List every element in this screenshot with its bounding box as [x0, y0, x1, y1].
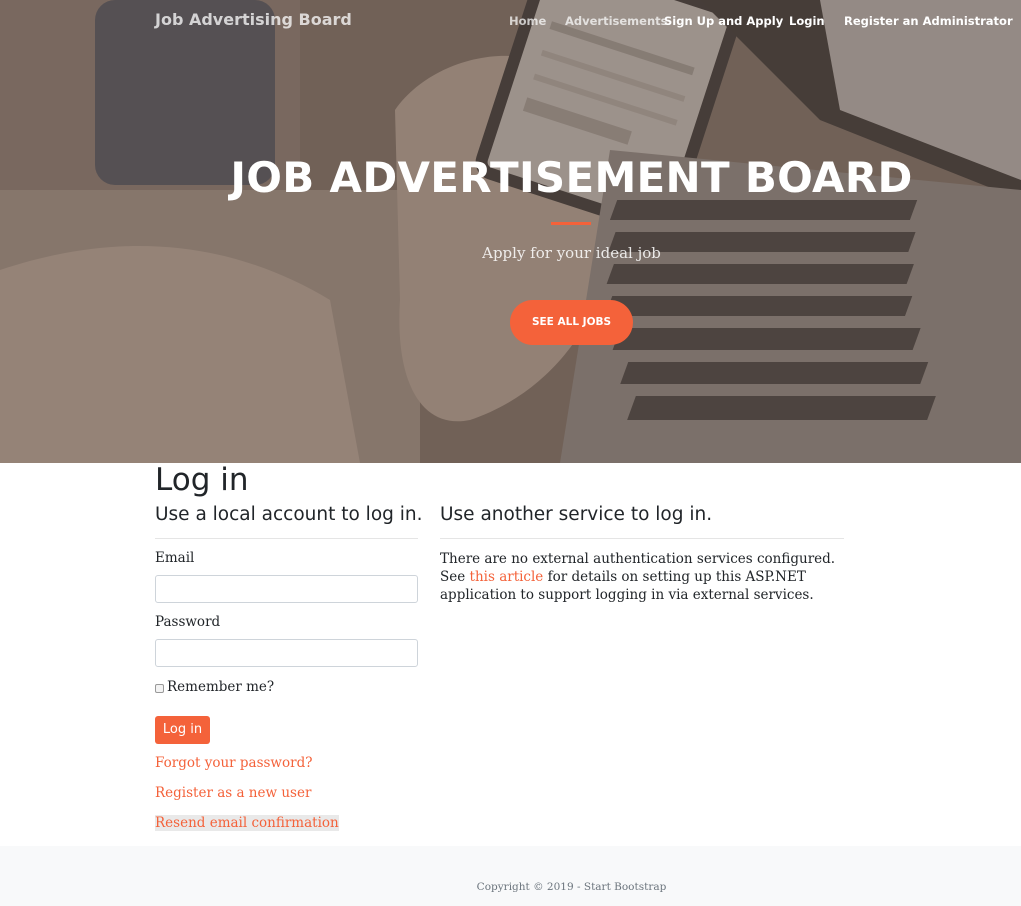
nav-home[interactable]: Home	[509, 14, 546, 28]
hero-overlay	[0, 0, 1021, 463]
see-all-jobs-button[interactable]: SEE ALL JOBS	[510, 300, 633, 345]
footer-copyright: Copyright © 2019 - Start Bootstrap	[476, 881, 667, 893]
this-article-link[interactable]: this article	[470, 569, 544, 585]
nav-advertisements[interactable]: Advertisements	[565, 14, 668, 28]
local-divider	[155, 538, 418, 539]
hero-divider	[551, 222, 591, 225]
page-title: Log in	[155, 462, 249, 498]
password-label: Password	[155, 614, 221, 630]
external-auth-message: There are no external authentication ser…	[440, 550, 850, 604]
forgot-password-link[interactable]: Forgot your password?	[155, 755, 312, 771]
remember-me-label[interactable]: Remember me?	[167, 679, 274, 695]
hero-title: JOB ADVERTISEMENT BOARD	[230, 153, 913, 202]
nav-login[interactable]: Login	[789, 14, 825, 28]
top-nav: Home Advertisements Sign Up and Apply Lo…	[0, 14, 1021, 34]
resend-confirmation-link[interactable]: Resend email confirmation	[155, 815, 339, 831]
local-account-heading: Use a local account to log in.	[155, 504, 423, 525]
password-field[interactable]	[155, 639, 418, 667]
email-label: Email	[155, 550, 195, 566]
remember-me-checkbox[interactable]	[155, 684, 164, 693]
hero-subtitle: Apply for your ideal job	[482, 244, 661, 262]
nav-register-admin[interactable]: Register an Administrator	[844, 14, 1013, 28]
external-divider	[440, 538, 844, 539]
email-field[interactable]	[155, 575, 418, 603]
login-button[interactable]: Log in	[155, 716, 210, 744]
register-new-user-link[interactable]: Register as a new user	[155, 785, 311, 801]
nav-sign-up-apply[interactable]: Sign Up and Apply	[664, 14, 783, 28]
hero-section: Job Advertising Board Home Advertisement…	[0, 0, 1021, 463]
footer: Copyright © 2019 - Start Bootstrap	[0, 846, 1021, 906]
external-service-heading: Use another service to log in.	[440, 504, 713, 525]
